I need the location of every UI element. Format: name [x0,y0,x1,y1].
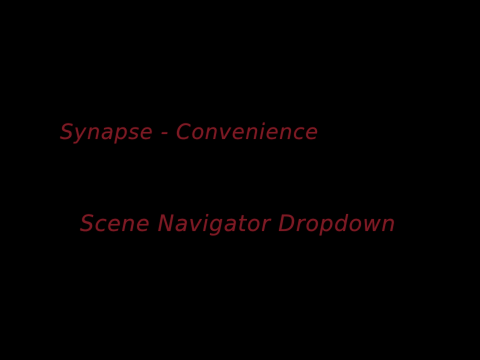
title-text: Synapse - Convenience [60,120,319,144]
title-card: Synapse - Convenience Scene Navigator Dr… [0,0,480,360]
subtitle-text: Scene Navigator Dropdown [80,212,396,237]
